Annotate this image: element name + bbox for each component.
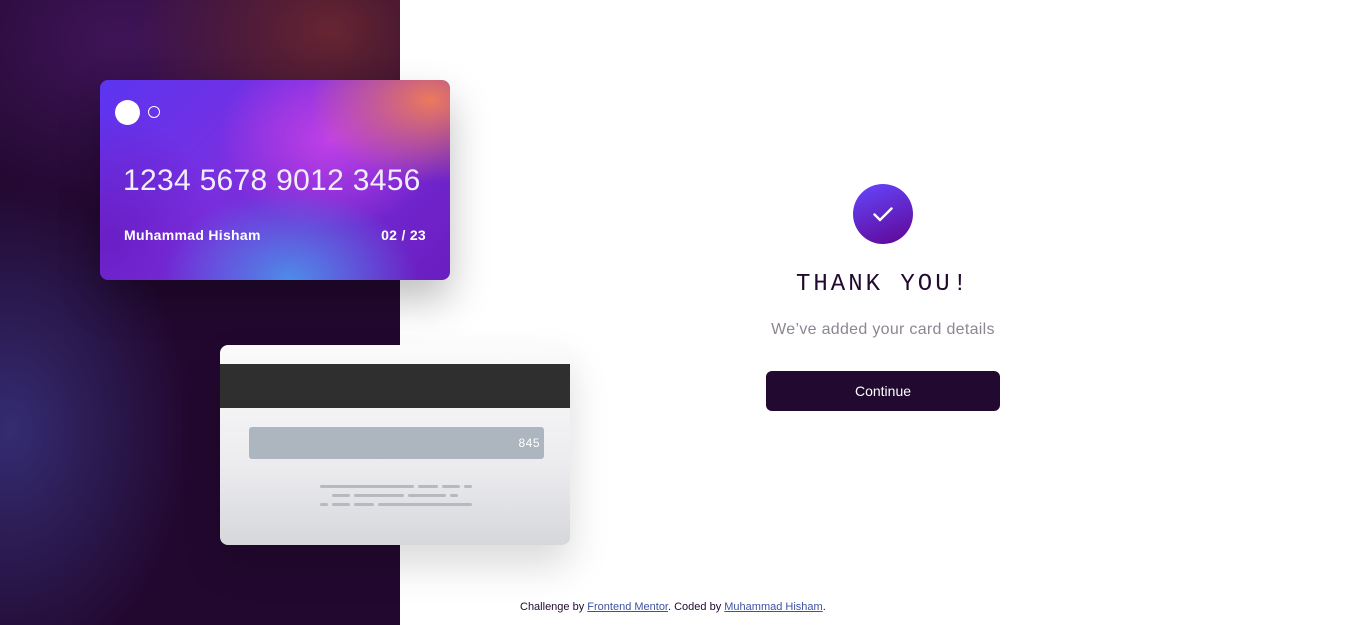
card-back: 845 (220, 345, 570, 545)
fine-print-line (378, 503, 472, 506)
continue-button[interactable]: Continue (766, 371, 1000, 411)
thank-you-heading: THANK YOU! (795, 271, 971, 298)
fine-print-line (408, 494, 446, 497)
fine-print-line (464, 485, 472, 488)
magnetic-stripe (220, 364, 570, 408)
attribution-footer: Challenge by Frontend Mentor. Coded by M… (520, 601, 826, 613)
attribution-suffix: . (822, 601, 826, 613)
fine-print-line (450, 494, 458, 497)
card-number: 1234 5678 9012 3456 (123, 164, 421, 197)
fine-print-line (320, 485, 414, 488)
signature-strip: 845 (249, 427, 544, 459)
fine-print-line (354, 494, 404, 497)
author-link[interactable]: Muhammad Hisham (724, 601, 822, 613)
attribution-prefix: Challenge by (520, 601, 588, 613)
fine-print-line (332, 503, 350, 506)
fine-print-line (354, 503, 374, 506)
fine-print-line (418, 485, 438, 488)
frontend-mentor-link[interactable]: Frontend Mentor (587, 601, 668, 613)
card-logo-filled-circle-icon (115, 100, 140, 125)
card-logo-outline-circle-icon (148, 106, 160, 118)
card-expiry: 02 / 23 (381, 227, 426, 243)
fine-print-line (332, 494, 350, 497)
card-cvc: 845 (518, 436, 540, 450)
success-checkmark-icon (853, 184, 913, 244)
checkmark-icon (873, 207, 893, 222)
fine-print-line (320, 503, 328, 506)
confirmation-message: We’ve added your card details (771, 321, 995, 338)
attribution-middle: . Coded by (668, 601, 725, 613)
card-front: 1234 5678 9012 3456 Muhammad Hisham 02 /… (100, 80, 450, 280)
cardholder-name: Muhammad Hisham (124, 227, 261, 243)
fine-print-line (442, 485, 460, 488)
